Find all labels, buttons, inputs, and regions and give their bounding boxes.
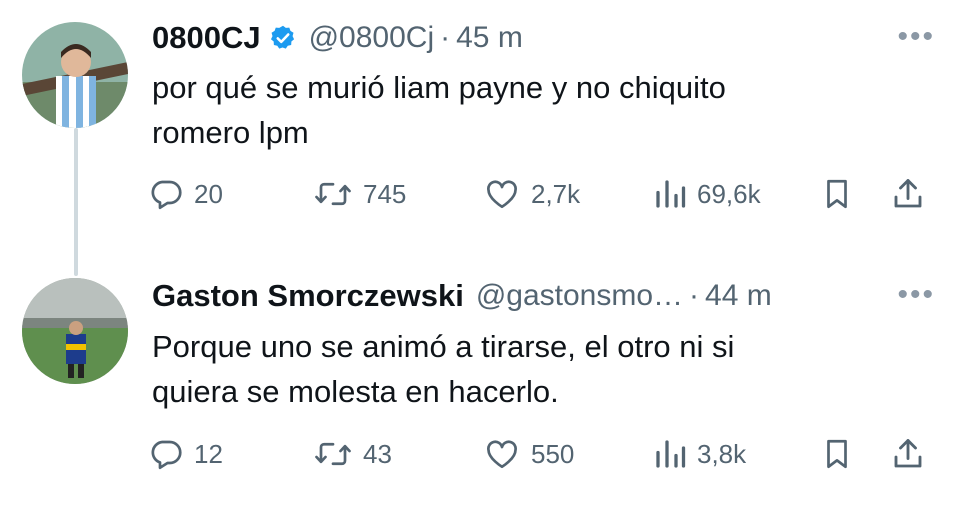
repost-button[interactable]: 745 <box>313 176 406 212</box>
tweet-text: Porque uno se animó a tirarse, el otro n… <box>152 324 922 414</box>
avatar-image <box>22 22 128 128</box>
more-icon[interactable]: ••• <box>897 278 935 312</box>
avatar-gaston[interactable] <box>22 278 128 384</box>
verified-badge-icon <box>269 24 297 52</box>
separator-dot: · <box>440 21 451 54</box>
share-icon <box>890 176 936 212</box>
reply-count: 20 <box>194 178 223 209</box>
tweet-text-line: por qué se murió liam payne y no chiquit… <box>152 70 726 105</box>
bookmark-icon <box>820 176 864 212</box>
repost-icon <box>313 176 363 212</box>
author-handle[interactable]: @gastonsmo… <box>476 279 683 313</box>
tweet-text-line: quiera se molesta en hacerlo. <box>152 374 559 409</box>
repost-count: 745 <box>363 178 407 209</box>
separator-dot: · <box>689 279 700 312</box>
share-button[interactable] <box>890 176 936 212</box>
tweet-1[interactable]: 0800CJ @0800Cj · 45 m ••• por qué se mur… <box>0 0 961 250</box>
author-handle[interactable]: @0800Cj <box>309 21 435 55</box>
timestamp[interactable]: 45 m <box>456 21 523 55</box>
action-bar: 20 745 2,7k 69,6k <box>148 176 938 216</box>
like-button[interactable]: 550 <box>483 436 574 472</box>
bookmark-button[interactable] <box>820 176 864 212</box>
reply-button[interactable]: 20 <box>148 176 223 212</box>
tweet-text-line: romero lpm <box>152 115 309 150</box>
like-icon <box>483 176 531 212</box>
share-button[interactable] <box>890 436 936 472</box>
reply-icon <box>148 176 194 212</box>
author-name[interactable]: 0800CJ <box>152 20 261 56</box>
like-icon <box>483 436 531 472</box>
action-bar: 12 43 550 3,8k <box>148 436 938 476</box>
author-name[interactable]: Gaston Smorczewski <box>152 278 464 314</box>
like-button[interactable]: 2,7k <box>483 176 580 212</box>
reply-icon <box>148 436 194 472</box>
share-icon <box>890 436 936 472</box>
views-icon <box>653 176 697 212</box>
views-button[interactable]: 69,6k <box>653 176 761 212</box>
tweet-2[interactable]: Gaston Smorczewski @gastonsmo… · 44 m ••… <box>0 258 961 506</box>
views-button[interactable]: 3,8k <box>653 436 746 472</box>
bookmark-icon <box>820 436 864 472</box>
timestamp[interactable]: 44 m <box>705 279 772 313</box>
views-icon <box>653 436 697 472</box>
views-count: 69,6k <box>697 178 761 209</box>
more-icon[interactable]: ••• <box>897 20 935 54</box>
reply-button[interactable]: 12 <box>148 436 223 472</box>
tweet-text: por qué se murió liam payne y no chiquit… <box>152 65 922 155</box>
repost-icon <box>313 436 363 472</box>
repost-button[interactable]: 43 <box>313 436 392 472</box>
like-count: 550 <box>531 438 575 469</box>
avatar-image <box>22 278 128 384</box>
tweet-text-line: Porque uno se animó a tirarse, el otro n… <box>152 329 735 364</box>
like-count: 2,7k <box>531 178 581 209</box>
views-count: 3,8k <box>697 438 747 469</box>
reply-count: 12 <box>194 438 223 469</box>
avatar-0800cj[interactable] <box>22 22 128 128</box>
repost-count: 43 <box>363 438 392 469</box>
bookmark-button[interactable] <box>820 436 864 472</box>
